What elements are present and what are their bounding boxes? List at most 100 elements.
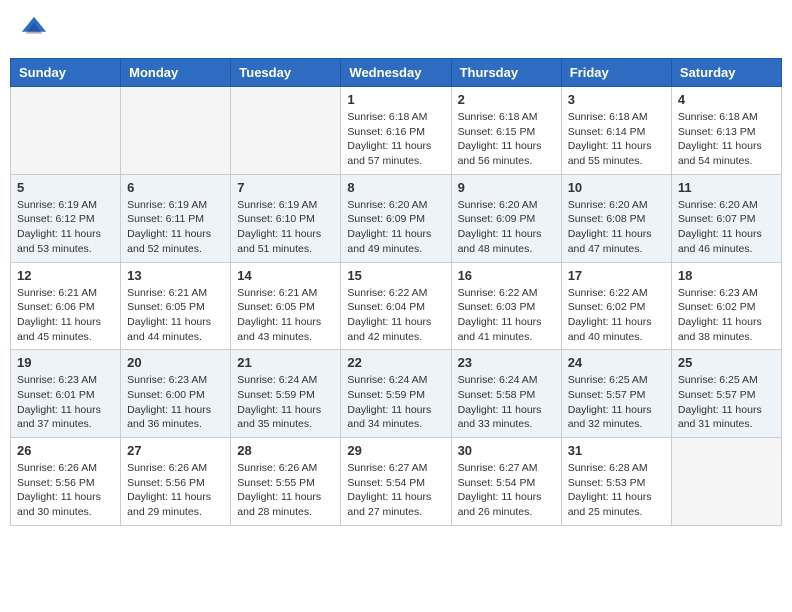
day-info-11: Sunrise: 6:20 AMSunset: 6:07 PMDaylight:… bbox=[678, 198, 775, 257]
day-3: 3 Sunrise: 6:18 AMSunset: 6:14 PMDaylight… bbox=[561, 87, 671, 175]
week-row-2: 5 Sunrise: 6:19 AMSunset: 6:12 PMDaylight… bbox=[11, 174, 782, 262]
day-number-1: 1 bbox=[347, 92, 444, 107]
day-7: 7 Sunrise: 6:19 AMSunset: 6:10 PMDaylight… bbox=[231, 174, 341, 262]
day-number-7: 7 bbox=[237, 180, 334, 195]
empty-day bbox=[11, 87, 121, 175]
day-number-28: 28 bbox=[237, 443, 334, 458]
day-number-4: 4 bbox=[678, 92, 775, 107]
day-info-30: Sunrise: 6:27 AMSunset: 5:54 PMDaylight:… bbox=[458, 461, 555, 520]
day-20: 20 Sunrise: 6:23 AMSunset: 6:00 PMDayligh… bbox=[121, 350, 231, 438]
day-number-23: 23 bbox=[458, 355, 555, 370]
day-22: 22 Sunrise: 6:24 AMSunset: 5:59 PMDayligh… bbox=[341, 350, 451, 438]
day-29: 29 Sunrise: 6:27 AMSunset: 5:54 PMDayligh… bbox=[341, 438, 451, 526]
day-number-5: 5 bbox=[17, 180, 114, 195]
day-14: 14 Sunrise: 6:21 AMSunset: 6:05 PMDayligh… bbox=[231, 262, 341, 350]
day-number-31: 31 bbox=[568, 443, 665, 458]
empty-day bbox=[671, 438, 781, 526]
day-19: 19 Sunrise: 6:23 AMSunset: 6:01 PMDayligh… bbox=[11, 350, 121, 438]
day-11: 11 Sunrise: 6:20 AMSunset: 6:07 PMDayligh… bbox=[671, 174, 781, 262]
day-info-9: Sunrise: 6:20 AMSunset: 6:09 PMDaylight:… bbox=[458, 198, 555, 257]
day-info-10: Sunrise: 6:20 AMSunset: 6:08 PMDaylight:… bbox=[568, 198, 665, 257]
day-17: 17Sunrise: 6:22 AMSunset: 6:02 PMDayligh… bbox=[561, 262, 671, 350]
day-21: 21 Sunrise: 6:24 AMSunset: 5:59 PMDayligh… bbox=[231, 350, 341, 438]
day-15: 15 Sunrise: 6:22 AMSunset: 6:04 PMDayligh… bbox=[341, 262, 451, 350]
day-number-12: 12 bbox=[17, 268, 114, 283]
day-24: 24 Sunrise: 6:25 AMSunset: 5:57 PMDayligh… bbox=[561, 350, 671, 438]
day-number-2: 2 bbox=[458, 92, 555, 107]
day-5: 5 Sunrise: 6:19 AMSunset: 6:12 PMDaylight… bbox=[11, 174, 121, 262]
day-info-27: Sunrise: 6:26 AMSunset: 5:56 PMDaylight:… bbox=[127, 461, 224, 520]
day-9: 9 Sunrise: 6:20 AMSunset: 6:09 PMDaylight… bbox=[451, 174, 561, 262]
day-6: 6Sunrise: 6:19 AMSunset: 6:11 PMDaylight… bbox=[121, 174, 231, 262]
empty-day bbox=[231, 87, 341, 175]
day-16: 16 Sunrise: 6:22 AMSunset: 6:03 PMDayligh… bbox=[451, 262, 561, 350]
day-number-17: 17 bbox=[568, 268, 665, 283]
day-30: 30Sunrise: 6:27 AMSunset: 5:54 PMDayligh… bbox=[451, 438, 561, 526]
day-info-4: Sunrise: 6:18 AMSunset: 6:13 PMDaylight:… bbox=[678, 110, 775, 169]
page-header bbox=[10, 10, 782, 48]
day-number-25: 25 bbox=[678, 355, 775, 370]
day-23: 23 Sunrise: 6:24 AMSunset: 5:58 PMDayligh… bbox=[451, 350, 561, 438]
day-number-13: 13 bbox=[127, 268, 224, 283]
day-number-14: 14 bbox=[237, 268, 334, 283]
day-number-21: 21 bbox=[237, 355, 334, 370]
day-number-15: 15 bbox=[347, 268, 444, 283]
weekday-header-tuesday: Tuesday bbox=[231, 59, 341, 87]
day-info-14: Sunrise: 6:21 AMSunset: 6:05 PMDaylight:… bbox=[237, 286, 334, 345]
day-number-9: 9 bbox=[458, 180, 555, 195]
day-number-24: 24 bbox=[568, 355, 665, 370]
logo-icon bbox=[20, 15, 48, 43]
weekday-header-thursday: Thursday bbox=[451, 59, 561, 87]
day-info-31: Sunrise: 6:28 AMSunset: 5:53 PMDaylight:… bbox=[568, 461, 665, 520]
weekday-header-wednesday: Wednesday bbox=[341, 59, 451, 87]
day-number-27: 27 bbox=[127, 443, 224, 458]
day-number-20: 20 bbox=[127, 355, 224, 370]
week-row-1: 1 Sunrise: 6:18 AMSunset: 6:16 PMDaylight… bbox=[11, 87, 782, 175]
logo bbox=[20, 15, 52, 43]
day-info-15: Sunrise: 6:22 AMSunset: 6:04 PMDaylight:… bbox=[347, 286, 444, 345]
day-info-5: Sunrise: 6:19 AMSunset: 6:12 PMDaylight:… bbox=[17, 198, 114, 257]
day-info-13: Sunrise: 6:21 AMSunset: 6:05 PMDaylight:… bbox=[127, 286, 224, 345]
day-8: 8 Sunrise: 6:20 AMSunset: 6:09 PMDaylight… bbox=[341, 174, 451, 262]
day-number-19: 19 bbox=[17, 355, 114, 370]
week-row-4: 19 Sunrise: 6:23 AMSunset: 6:01 PMDayligh… bbox=[11, 350, 782, 438]
day-info-28: Sunrise: 6:26 AMSunset: 5:55 PMDaylight:… bbox=[237, 461, 334, 520]
day-number-26: 26 bbox=[17, 443, 114, 458]
day-info-8: Sunrise: 6:20 AMSunset: 6:09 PMDaylight:… bbox=[347, 198, 444, 257]
day-info-7: Sunrise: 6:19 AMSunset: 6:10 PMDaylight:… bbox=[237, 198, 334, 257]
day-number-10: 10 bbox=[568, 180, 665, 195]
calendar-table: SundayMondayTuesdayWednesdayThursdayFrid… bbox=[10, 58, 782, 526]
day-number-8: 8 bbox=[347, 180, 444, 195]
day-info-20: Sunrise: 6:23 AMSunset: 6:00 PMDaylight:… bbox=[127, 373, 224, 432]
day-4: 4 Sunrise: 6:18 AMSunset: 6:13 PMDaylight… bbox=[671, 87, 781, 175]
day-info-16: Sunrise: 6:22 AMSunset: 6:03 PMDaylight:… bbox=[458, 286, 555, 345]
day-info-24: Sunrise: 6:25 AMSunset: 5:57 PMDaylight:… bbox=[568, 373, 665, 432]
day-number-22: 22 bbox=[347, 355, 444, 370]
week-row-3: 12 Sunrise: 6:21 AMSunset: 6:06 PMDayligh… bbox=[11, 262, 782, 350]
day-info-19: Sunrise: 6:23 AMSunset: 6:01 PMDaylight:… bbox=[17, 373, 114, 432]
weekday-header-saturday: Saturday bbox=[671, 59, 781, 87]
day-info-3: Sunrise: 6:18 AMSunset: 6:14 PMDaylight:… bbox=[568, 110, 665, 169]
day-27: 27 Sunrise: 6:26 AMSunset: 5:56 PMDayligh… bbox=[121, 438, 231, 526]
day-info-21: Sunrise: 6:24 AMSunset: 5:59 PMDaylight:… bbox=[237, 373, 334, 432]
day-info-6: Sunrise: 6:19 AMSunset: 6:11 PMDaylight:… bbox=[127, 198, 224, 257]
day-info-23: Sunrise: 6:24 AMSunset: 5:58 PMDaylight:… bbox=[458, 373, 555, 432]
day-12: 12 Sunrise: 6:21 AMSunset: 6:06 PMDayligh… bbox=[11, 262, 121, 350]
day-18: 18Sunrise: 6:23 AMSunset: 6:02 PMDayligh… bbox=[671, 262, 781, 350]
day-26: 26Sunrise: 6:26 AMSunset: 5:56 PMDayligh… bbox=[11, 438, 121, 526]
weekday-header-sunday: Sunday bbox=[11, 59, 121, 87]
day-10: 10 Sunrise: 6:20 AMSunset: 6:08 PMDayligh… bbox=[561, 174, 671, 262]
day-number-11: 11 bbox=[678, 180, 775, 195]
day-info-1: Sunrise: 6:18 AMSunset: 6:16 PMDaylight:… bbox=[347, 110, 444, 169]
weekday-header-monday: Monday bbox=[121, 59, 231, 87]
day-number-29: 29 bbox=[347, 443, 444, 458]
day-info-22: Sunrise: 6:24 AMSunset: 5:59 PMDaylight:… bbox=[347, 373, 444, 432]
day-info-29: Sunrise: 6:27 AMSunset: 5:54 PMDaylight:… bbox=[347, 461, 444, 520]
day-info-12: Sunrise: 6:21 AMSunset: 6:06 PMDaylight:… bbox=[17, 286, 114, 345]
week-row-5: 26 Sunrise: 6:26 AMSunset: 5:56 PMDayligh… bbox=[11, 438, 782, 526]
day-1: 1 Sunrise: 6:18 AMSunset: 6:16 PMDaylight… bbox=[341, 87, 451, 175]
day-2: 2Sunrise: 6:18 AMSunset: 6:15 PMDaylight… bbox=[451, 87, 561, 175]
empty-day bbox=[121, 87, 231, 175]
day-number-3: 3 bbox=[568, 92, 665, 107]
day-number-16: 16 bbox=[458, 268, 555, 283]
